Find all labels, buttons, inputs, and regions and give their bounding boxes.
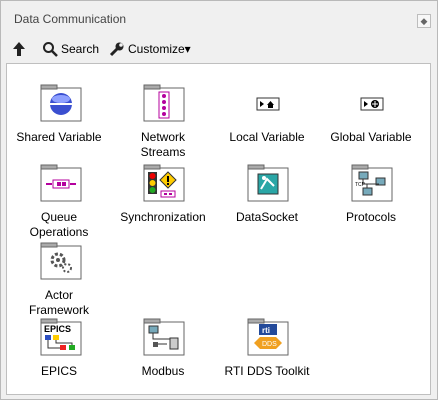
rti-icon-text: rti bbox=[262, 326, 270, 335]
datasocket-icon bbox=[247, 164, 289, 202]
item-label: Network Streams bbox=[140, 130, 186, 159]
window-title: Data Communication bbox=[14, 12, 127, 26]
item-label: DataSocket bbox=[235, 210, 299, 224]
svg-text:TCP: TCP bbox=[355, 182, 366, 188]
item-label: Shared Variable bbox=[16, 130, 102, 144]
item-label: Local Variable bbox=[229, 130, 305, 144]
item-label: RTI DDS Toolkit bbox=[224, 364, 310, 378]
palette-window: Data Communication ◆ Search Customize▾ S… bbox=[0, 0, 438, 400]
actor-framework-icon bbox=[40, 242, 82, 280]
title-bar: Data Communication ◆ bbox=[1, 1, 437, 33]
search-button[interactable]: Search bbox=[42, 40, 99, 58]
network-streams-icon bbox=[143, 84, 185, 122]
customize-button[interactable]: Customize▾ bbox=[109, 40, 191, 58]
item-label: Actor Framework bbox=[28, 288, 89, 317]
protocols-icon: TCP bbox=[351, 164, 393, 202]
item-label: Queue Operations bbox=[29, 210, 89, 239]
search-icon bbox=[43, 42, 58, 57]
queue-operations-icon bbox=[40, 164, 82, 202]
up-button[interactable] bbox=[11, 40, 27, 58]
item-label: Global Variable bbox=[330, 130, 412, 144]
modbus-icon bbox=[143, 318, 185, 356]
item-label: EPICS bbox=[40, 364, 77, 378]
palette-panel: Shared Variable Network Streams Local Va… bbox=[6, 63, 431, 395]
global-variable-icon bbox=[351, 84, 393, 122]
up-arrow-icon bbox=[13, 42, 25, 56]
shared-variable-icon bbox=[40, 84, 82, 122]
customize-label: Customize▾ bbox=[128, 42, 191, 56]
epics-icon: EPICS bbox=[40, 318, 82, 356]
wrench-icon bbox=[109, 42, 124, 57]
pin-icon: ◆ bbox=[420, 16, 428, 26]
dds-icon-text: DDS bbox=[262, 341, 277, 348]
epics-icon-text: EPICS bbox=[44, 324, 71, 334]
rti-dds-icon: rti DDS bbox=[247, 318, 289, 356]
local-variable-icon bbox=[247, 84, 289, 122]
synchronization-icon bbox=[143, 164, 185, 202]
search-label: Search bbox=[61, 42, 100, 56]
item-label: Protocols bbox=[345, 210, 397, 224]
toolbar: Search Customize▾ bbox=[1, 38, 437, 60]
pin-button[interactable]: ◆ bbox=[417, 14, 431, 28]
item-label: Synchronization bbox=[120, 210, 206, 224]
item-label: Modbus bbox=[141, 364, 185, 378]
